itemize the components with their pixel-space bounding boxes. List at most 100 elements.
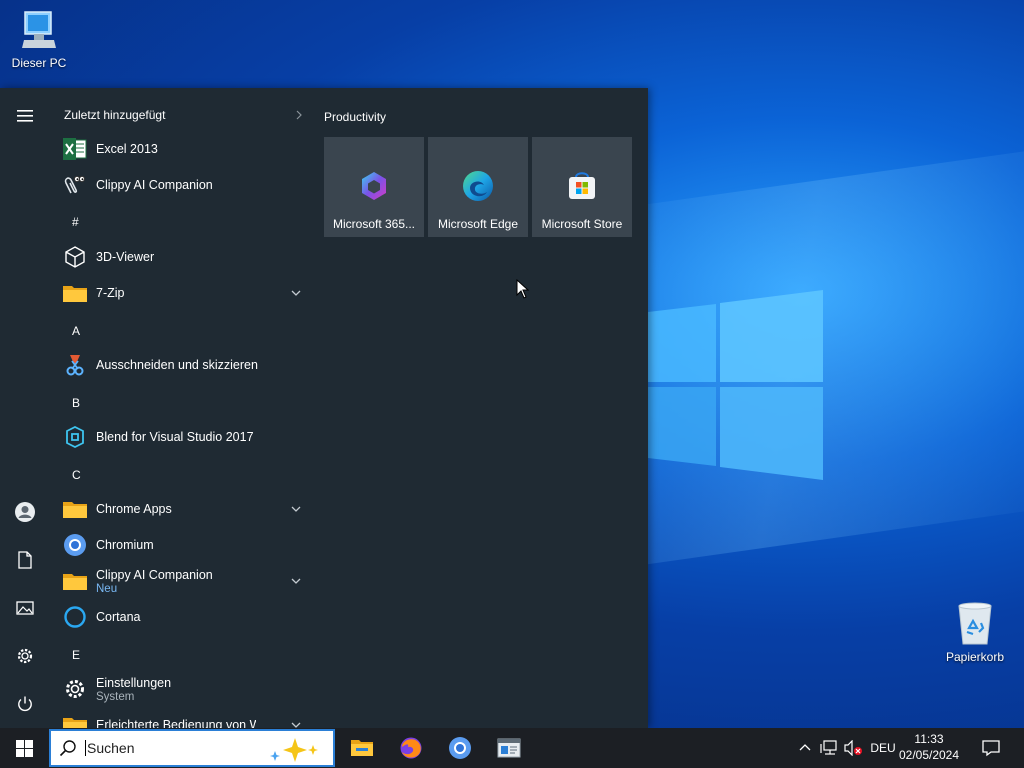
app-label: Chromium xyxy=(96,538,154,552)
chevron-down-icon[interactable] xyxy=(290,287,302,299)
chromium-icon xyxy=(449,737,471,759)
store-icon xyxy=(569,172,595,199)
cube-icon xyxy=(65,246,85,268)
hamburger-icon xyxy=(17,110,33,122)
gear-icon xyxy=(66,680,84,698)
power-button[interactable] xyxy=(0,682,50,726)
clippy-icon xyxy=(64,175,86,194)
file-explorer-icon xyxy=(351,740,373,756)
pictures-button[interactable] xyxy=(0,586,50,630)
mouse-cursor-icon xyxy=(516,279,530,299)
desktop-icon-label: Dieser PC xyxy=(11,56,67,70)
group-letter[interactable]: E xyxy=(72,648,80,662)
clock-date: 02/05/2024 xyxy=(898,748,960,762)
app-item-clippy-folder[interactable]: Clippy AI Companion Neu xyxy=(50,563,312,599)
gear-icon xyxy=(17,648,33,664)
start-menu: Zuletzt hinzugefügt Excel 2013 Clippy AI… xyxy=(0,88,648,728)
expand-menu-button[interactable] xyxy=(0,94,50,138)
start-left-rail xyxy=(0,88,50,728)
tile-microsoft-edge[interactable]: Microsoft Edge xyxy=(428,137,528,237)
recycle-bin-icon xyxy=(958,602,992,645)
user-account-button[interactable] xyxy=(0,490,50,534)
computer-icon xyxy=(22,11,56,48)
app-label: Erleichterte Bedienung von Windo xyxy=(96,718,256,728)
list-header-recently-added: Zuletzt hinzugefügt xyxy=(64,108,166,122)
chevron-down-icon[interactable] xyxy=(290,719,302,728)
desktop-icon-recycle-bin[interactable]: Papierkorb xyxy=(940,602,1010,664)
tile-label: Microsoft Edge xyxy=(437,217,519,231)
sparkle-icon[interactable] xyxy=(267,737,323,763)
tile-label: Microsoft Store xyxy=(541,217,623,231)
picture-icon xyxy=(16,601,34,615)
app-label: Clippy AI Companion xyxy=(96,567,213,582)
app-item-excel[interactable]: Excel 2013 xyxy=(50,131,312,167)
chromium-icon xyxy=(64,534,86,556)
group-letter[interactable]: B xyxy=(72,396,80,410)
clock-time: 11:33 xyxy=(914,732,944,746)
app-window-icon xyxy=(497,738,521,758)
tile-group-title[interactable]: Productivity xyxy=(324,110,386,124)
notification-icon xyxy=(982,740,1000,757)
settings-button[interactable] xyxy=(0,634,50,678)
start-button[interactable] xyxy=(0,728,48,768)
windows-icon xyxy=(15,739,33,757)
desktop-icon-label: Papierkorb xyxy=(945,650,1005,664)
snip-icon xyxy=(66,355,84,376)
app-sublabel: System xyxy=(96,690,135,703)
document-icon xyxy=(18,551,32,569)
chevron-up-icon xyxy=(799,744,811,751)
blend-icon xyxy=(66,425,84,449)
app-label: Einstellungen xyxy=(96,675,172,690)
app-item-cortana[interactable]: Cortana xyxy=(50,599,312,635)
tile-microsoft-365[interactable]: Microsoft 365... xyxy=(324,137,424,237)
input-language-button[interactable]: DEU xyxy=(868,728,898,768)
app-item-clippy[interactable]: Clippy AI Companion xyxy=(50,167,312,203)
group-letter[interactable]: A xyxy=(72,324,80,338)
folder-icon xyxy=(63,502,87,518)
app-label: Excel 2013 xyxy=(96,142,158,156)
documents-button[interactable] xyxy=(0,538,50,582)
action-center-button[interactable] xyxy=(976,728,1006,768)
network-button[interactable] xyxy=(818,728,840,768)
app-item-blend[interactable]: Blend for Visual Studio 2017 xyxy=(50,419,312,455)
taskbar-app-window[interactable] xyxy=(485,728,533,768)
search-icon xyxy=(59,740,76,757)
network-icon xyxy=(820,740,837,755)
app-item-accessibility-folder[interactable]: Erleichterte Bedienung von Windo xyxy=(50,707,312,728)
search-box[interactable]: Suchen xyxy=(49,729,335,767)
group-letter[interactable]: # xyxy=(72,215,79,229)
search-placeholder: Suchen xyxy=(87,740,135,756)
edge-icon xyxy=(463,171,493,201)
taskbar-chromium[interactable] xyxy=(436,728,484,768)
cortana-icon xyxy=(64,606,86,628)
app-item-snip-sketch[interactable]: Ausschneiden und skizzieren xyxy=(50,347,312,383)
app-item-chromium[interactable]: Chromium xyxy=(50,527,312,563)
windows-wallpaper-logo xyxy=(648,290,823,480)
power-icon xyxy=(18,696,32,712)
folder-icon xyxy=(63,286,87,302)
group-letter[interactable]: C xyxy=(72,468,81,482)
app-item-chrome-apps-folder[interactable]: Chrome Apps xyxy=(50,491,312,527)
taskbar-file-explorer[interactable] xyxy=(338,728,386,768)
chevron-down-icon[interactable] xyxy=(290,575,302,587)
app-item-7zip-folder[interactable]: 7-Zip xyxy=(50,275,312,311)
taskbar: Suchen DEU 11:33 02/05/2024 xyxy=(0,728,1024,768)
new-badge: Neu xyxy=(96,582,118,595)
app-label: Clippy AI Companion xyxy=(96,178,213,192)
app-label: Cortana xyxy=(96,610,141,624)
chevron-right-icon[interactable] xyxy=(294,110,304,120)
app-label: Blend for Visual Studio 2017 xyxy=(96,430,254,444)
app-label: 7-Zip xyxy=(96,286,125,300)
taskbar-firefox[interactable] xyxy=(387,728,435,768)
app-item-settings[interactable]: Einstellungen System xyxy=(50,671,312,707)
folder-icon xyxy=(63,718,87,728)
volume-button[interactable] xyxy=(842,728,866,768)
desktop-icon-this-pc[interactable]: Dieser PC xyxy=(4,10,74,70)
chevron-down-icon[interactable] xyxy=(290,503,302,515)
app-item-3d-viewer[interactable]: 3D-Viewer xyxy=(50,239,312,275)
show-hidden-icons-button[interactable] xyxy=(794,728,816,768)
app-list: Zuletzt hinzugefügt Excel 2013 Clippy AI… xyxy=(50,88,312,728)
clock[interactable]: 11:33 02/05/2024 xyxy=(898,731,960,763)
excel-icon xyxy=(63,138,87,160)
tile-microsoft-store[interactable]: Microsoft Store xyxy=(532,137,632,237)
